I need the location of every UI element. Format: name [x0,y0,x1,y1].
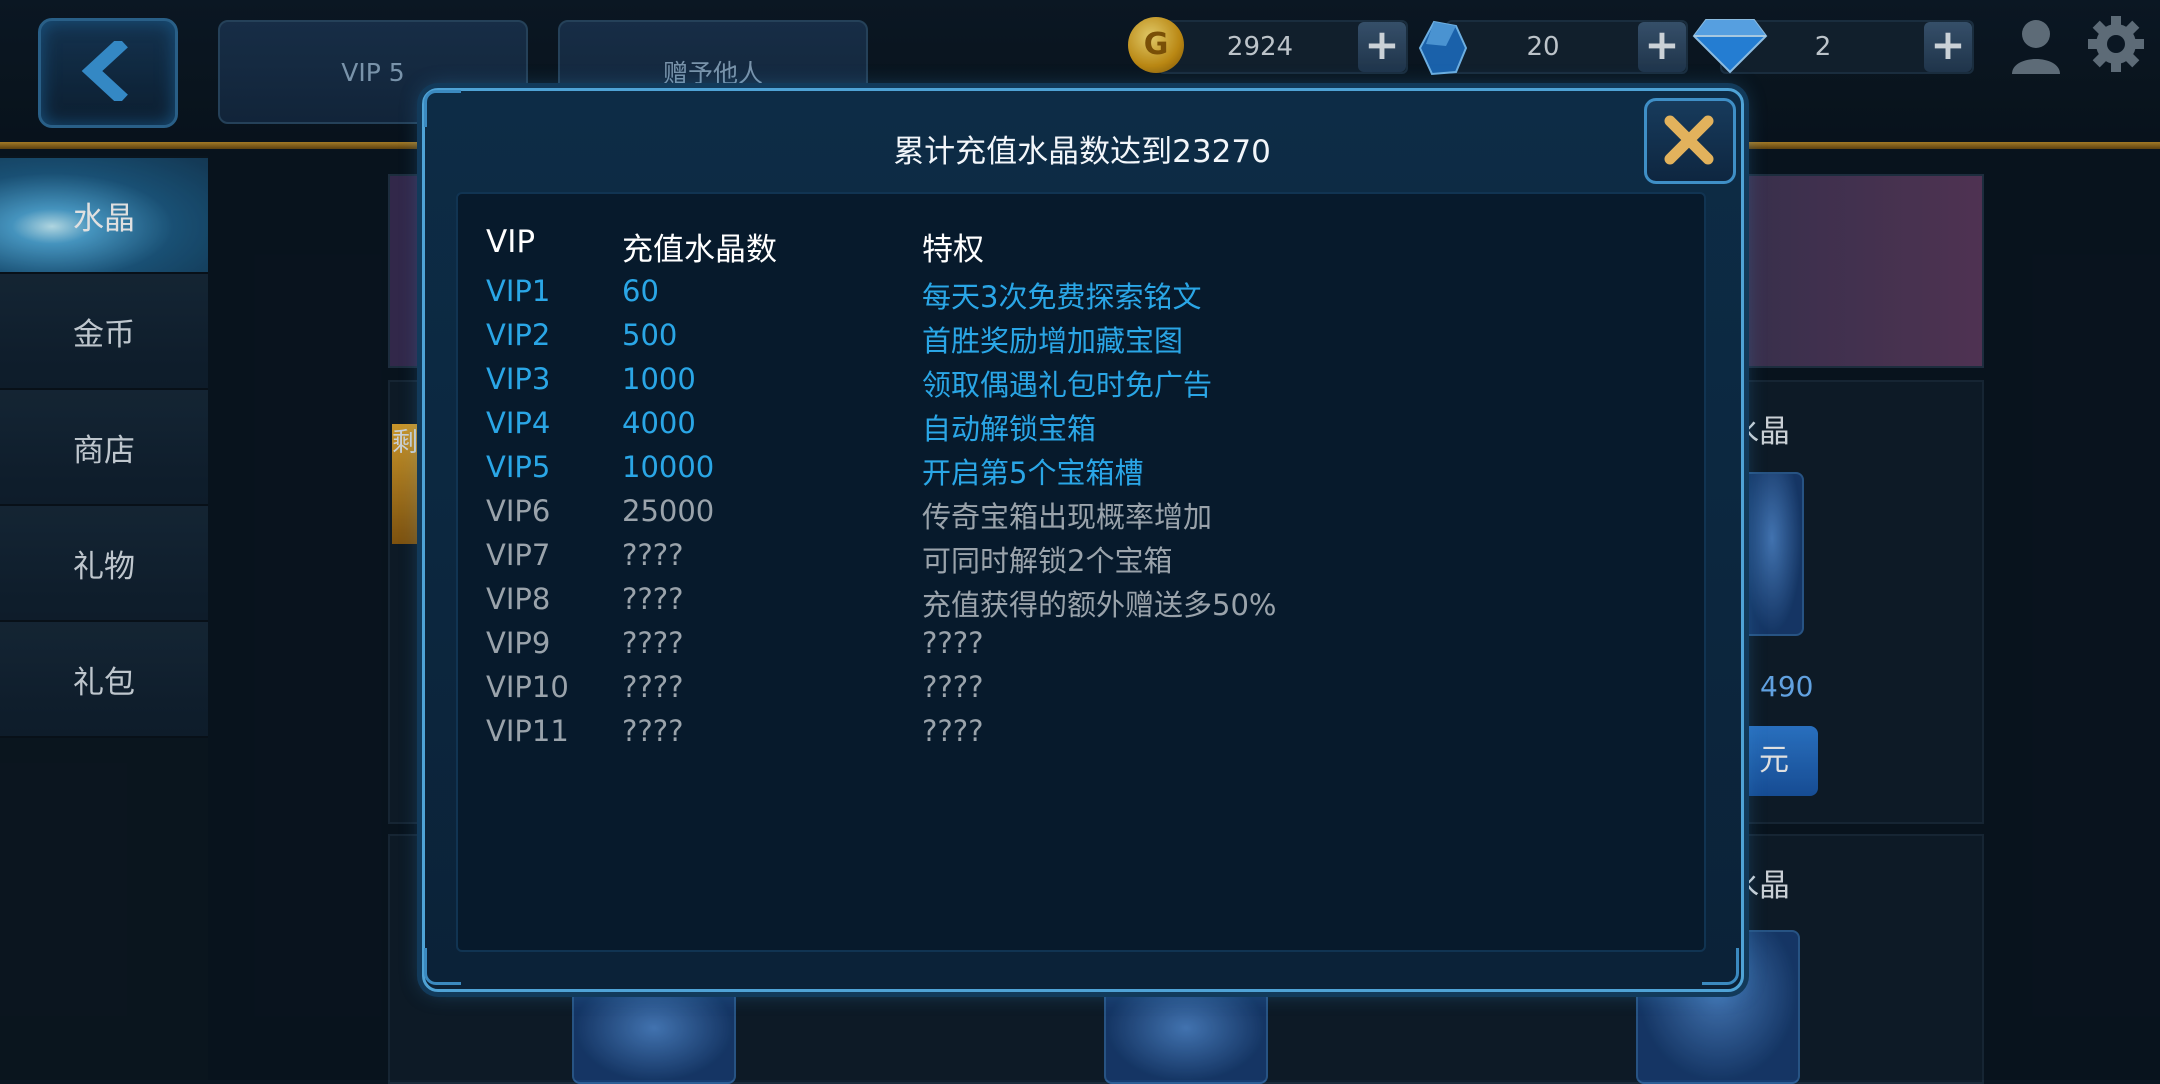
privilege-cell: 传奇宝箱出现概率增加 [922,500,1213,534]
vip-level-cell: VIP6 [486,494,551,528]
privilege-cell: 充值获得的额外赠送多50% [922,588,1277,622]
amount-cell: 4000 [622,406,696,440]
frame-corner [1702,948,1739,985]
amount-cell: ???? [622,538,684,572]
privilege-cell: 每天3次免费探索铭文 [922,280,1202,314]
privilege-cell: 可同时解锁2个宝箱 [922,544,1173,578]
amount-cell: 500 [622,318,678,352]
table-row: VIP5 10000 开启第5个宝箱槽 [458,450,1704,494]
table-row: VIP2 500 首胜奖励增加藏宝图 [458,318,1704,362]
vip-level-cell: VIP8 [486,582,551,616]
amount-cell: ???? [622,670,684,704]
amount-cell: 10000 [622,450,715,484]
vip-level-cell: VIP2 [486,318,551,352]
privilege-cell: 开启第5个宝箱槽 [922,456,1144,490]
privilege-cell: 自动解锁宝箱 [922,412,1097,446]
privilege-cell: ???? [922,714,984,748]
amount-cell: 25000 [622,494,715,528]
table-row: VIP3 1000 领取偶遇礼包时免广告 [458,362,1704,406]
vip-level-cell: VIP9 [486,626,551,660]
vip-level-cell: VIP10 [486,670,569,704]
vip-table: VIP 充值水晶数 特权 VIP1 60 每天3次免费探索铭文 VIP2 500 首胜奖励… [456,192,1706,952]
vip-privileges-dialog: 累计充值水晶数达到23270 VIP 充值水晶数 特权 VIP1 60 每天3次免费… [422,88,1744,992]
privilege-cell: 领取偶遇礼包时免广告 [922,368,1213,402]
vip-level-cell: VIP5 [486,450,551,484]
privilege-cell: ???? [922,670,984,704]
amount-cell: ???? [622,714,684,748]
privilege-cell: 首胜奖励增加藏宝图 [922,324,1184,358]
table-row: VIP4 4000 自动解锁宝箱 [458,406,1704,450]
vip-level-cell: VIP3 [486,362,551,396]
header-privilege: 特权 [922,232,984,268]
privilege-cell: ???? [922,626,984,660]
header-vip: VIP [486,224,536,260]
amount-cell: ???? [622,582,684,616]
vip-level-cell: VIP1 [486,274,551,308]
frame-corner [424,90,461,127]
table-row: VIP9???????? [458,626,1704,670]
amount-cell: 60 [622,274,659,308]
vip-level-cell: VIP4 [486,406,551,440]
amount-cell: 1000 [622,362,696,396]
amount-cell: ???? [622,626,684,660]
table-header: VIP 充值水晶数 特权 [458,224,1704,268]
table-row: VIP11???????? [458,714,1704,758]
header-amount: 充值水晶数 [622,232,777,268]
vip-level-cell: VIP11 [486,714,569,748]
frame-corner [424,948,461,985]
table-row: VIP7???? 可同时解锁2个宝箱 [458,538,1704,582]
table-row: VIP8???? 充值获得的额外赠送多50% [458,582,1704,626]
close-button[interactable] [1644,98,1736,184]
table-row: VIP1 60 每天3次免费探索铭文 [458,274,1704,318]
dialog-title: 累计充值水晶数达到23270 [893,134,1271,170]
vip-level-cell: VIP7 [486,538,551,572]
table-row: VIP10???????? [458,670,1704,714]
close-icon [1664,115,1714,165]
table-row: VIP6 25000 传奇宝箱出现概率增加 [458,494,1704,538]
